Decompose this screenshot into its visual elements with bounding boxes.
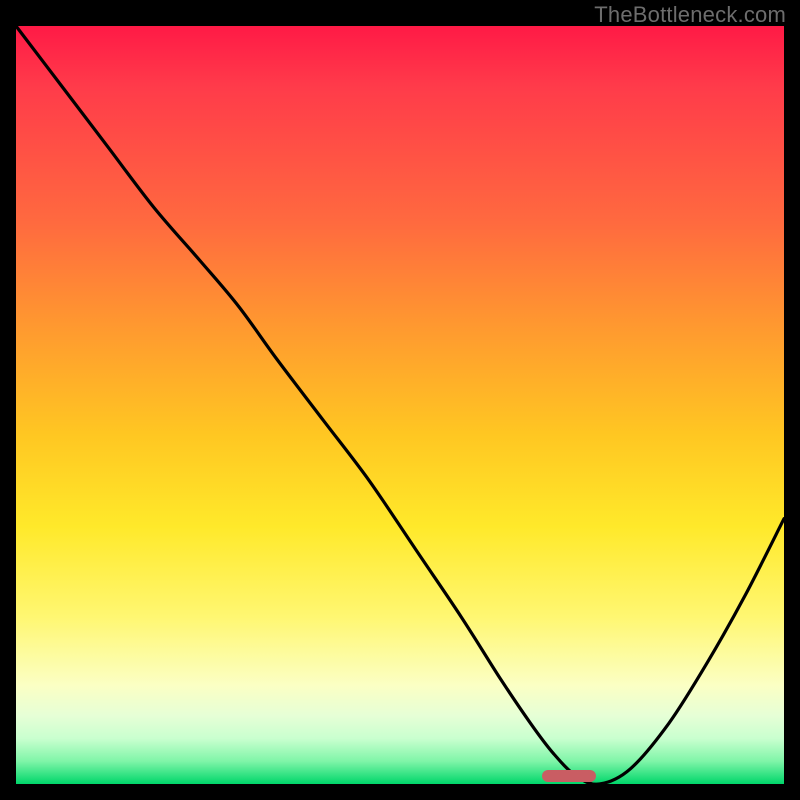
optimal-range-marker	[542, 770, 596, 782]
bottleneck-curve	[16, 26, 784, 784]
chart-frame	[16, 26, 784, 784]
watermark-text: TheBottleneck.com	[594, 2, 786, 28]
